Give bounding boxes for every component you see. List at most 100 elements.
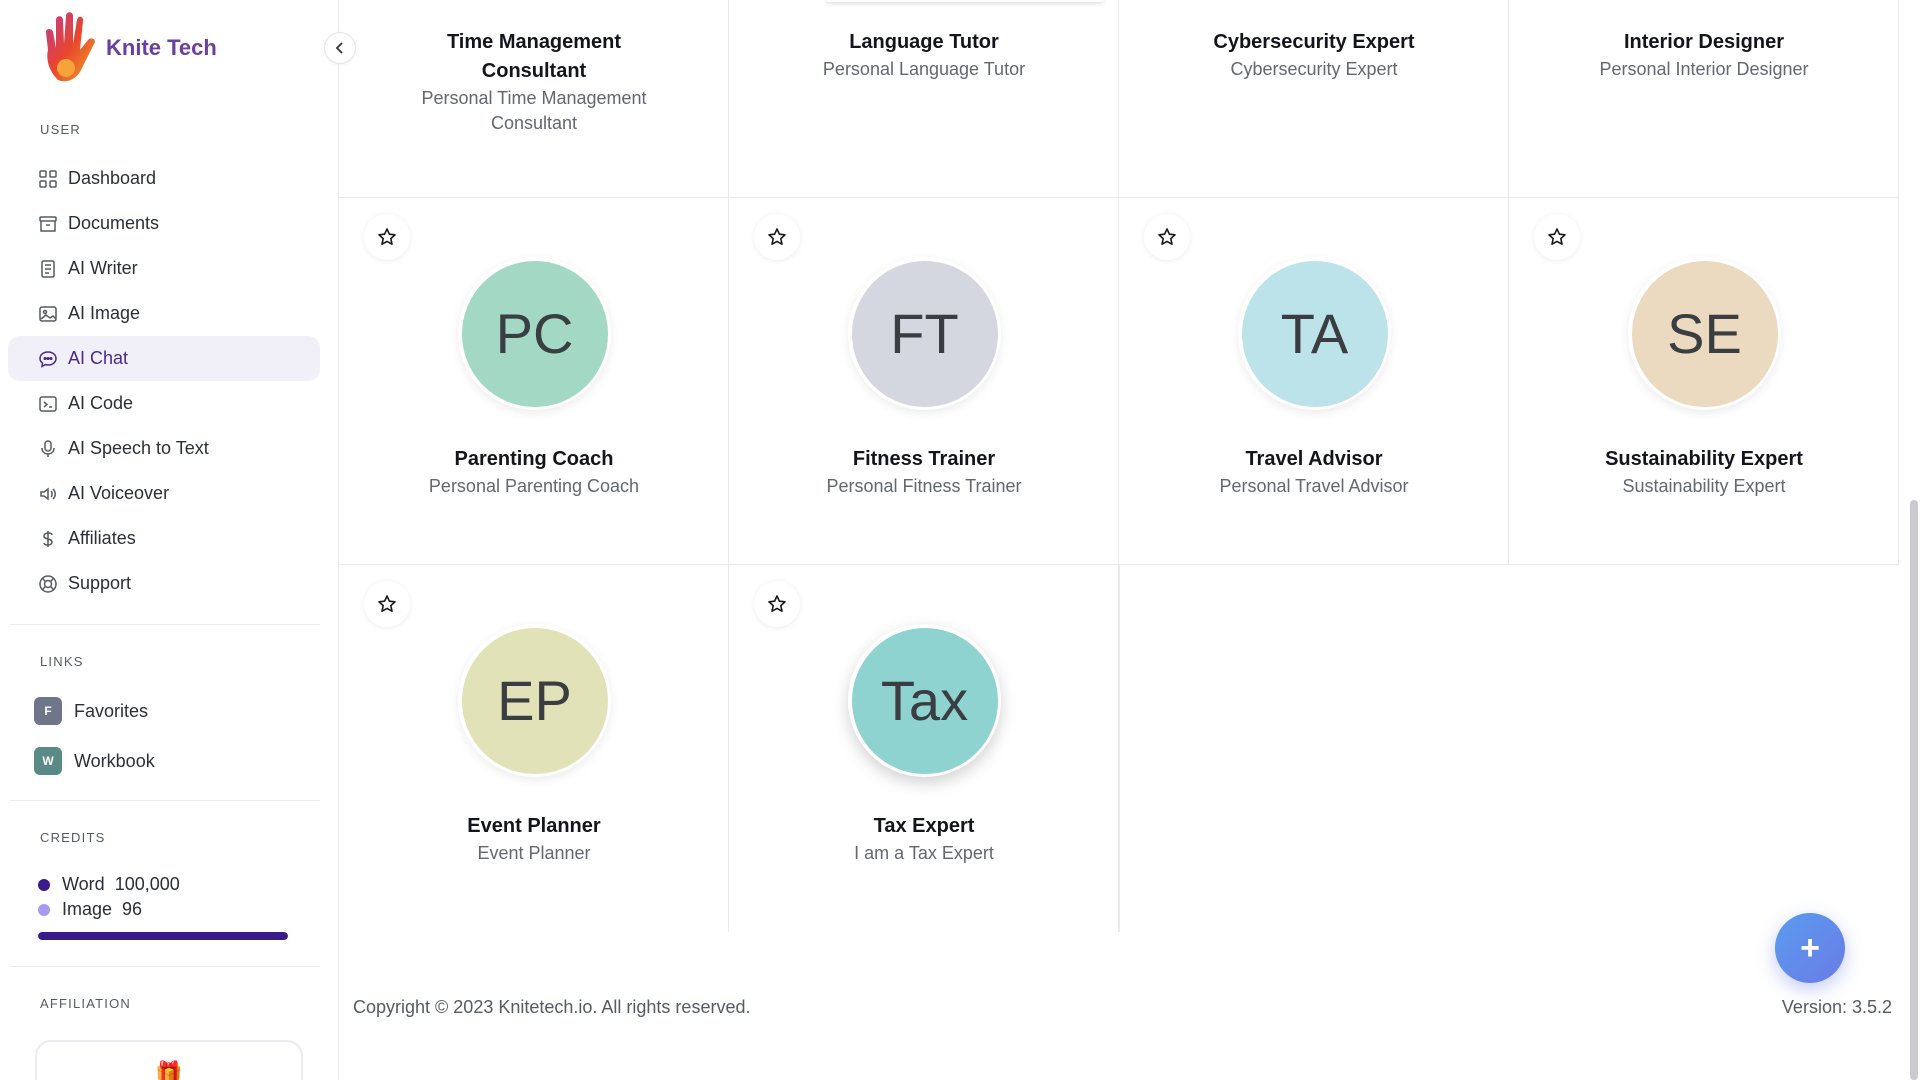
sidebar-divider: [10, 966, 320, 967]
sidebar-item-support[interactable]: Support: [8, 561, 320, 606]
sidebar-item-label: Documents: [68, 213, 160, 233]
plus-icon: +: [1800, 929, 1820, 967]
card-text: Interior Designer Personal Interior Desi…: [1509, 28, 1899, 82]
card-subtitle: I am a Tax Expert: [854, 843, 994, 863]
avatar-ring: EP: [458, 624, 611, 777]
avatar: SE: [1631, 260, 1778, 407]
assistant-card-time-management[interactable]: Time Management Consultant Personal Time…: [339, 0, 729, 198]
card-subtitle: Event Planner: [477, 843, 591, 863]
sidebar-item-affiliates[interactable]: Affiliates: [8, 516, 320, 561]
affiliation-card[interactable]: 🎁: [35, 1040, 303, 1080]
link-favorites[interactable]: F Favorites: [34, 697, 148, 725]
assistant-card-tax-expert[interactable]: Tax Tax Expert I am a Tax Expert: [729, 565, 1119, 932]
sidebar-item-label: AI Image: [68, 303, 141, 323]
assistant-card-event-planner[interactable]: EP Event Planner Event Planner: [339, 565, 729, 932]
favorites-badge: F: [34, 697, 62, 725]
add-assistant-button[interactable]: +: [1775, 913, 1845, 983]
link-label: Workbook: [74, 750, 155, 771]
sidebar-collapse-button[interactable]: [324, 32, 356, 64]
favorite-star-button[interactable]: [754, 214, 800, 260]
favorite-star-button[interactable]: [364, 214, 410, 260]
card-subtitle: Cybersecurity Expert: [1230, 59, 1398, 79]
card-text: Fitness Trainer Personal Fitness Trainer: [729, 445, 1119, 499]
credits-progress-bar: [38, 932, 288, 940]
sidebar-item-label: AI Writer: [68, 258, 138, 278]
hand-logo-icon: [46, 12, 95, 82]
card-title: Tax Expert: [873, 815, 975, 837]
avatar-ring: FT: [848, 257, 1001, 410]
star-icon: [768, 228, 786, 245]
card-title: Cybersecurity Expert: [1213, 31, 1415, 53]
favorite-star-button[interactable]: [1534, 214, 1580, 260]
affiliation-section-label: AFFILIATION: [40, 996, 131, 1011]
sidebar-item-ai-voiceover[interactable]: AI Voiceover: [8, 471, 320, 516]
sidebar-item-label: AI Voiceover: [68, 483, 170, 503]
avatar-ring: Tax: [848, 624, 1001, 777]
assistant-card-parenting-coach[interactable]: PC Parenting Coach Personal Parenting Co…: [339, 198, 729, 565]
page-scrollbar[interactable]: [1910, 500, 1918, 1080]
card-text: Travel Advisor Personal Travel Advisor: [1119, 445, 1509, 499]
card-subtitle: Personal Parenting Coach: [428, 476, 640, 496]
card-text: Sustainability Expert Sustainability Exp…: [1509, 445, 1899, 499]
card-title: Language Tutor: [849, 31, 999, 53]
card-title: Event Planner: [467, 815, 601, 837]
star-icon: [378, 228, 396, 245]
card-subtitle: Personal Interior Designer: [1599, 59, 1809, 79]
card-title: Time Management Consultant: [446, 31, 622, 82]
credit-image: Image 96: [38, 899, 142, 920]
sidebar-divider: [10, 800, 320, 801]
image-icon: [39, 305, 57, 322]
avatar: TA: [1241, 260, 1388, 407]
sidebar-item-label: AI Chat: [68, 348, 129, 368]
favorite-star-button[interactable]: [364, 581, 410, 627]
assistant-card-cybersecurity[interactable]: Cybersecurity Expert Cybersecurity Exper…: [1119, 0, 1509, 198]
card-subtitle: Personal Travel Advisor: [1219, 476, 1409, 496]
chevron-left-icon: [335, 42, 343, 54]
credit-name: Image: [62, 899, 113, 919]
document-icon: [41, 259, 55, 278]
image-dot: [38, 903, 50, 916]
star-icon: [1548, 228, 1566, 245]
avatar: Tax: [851, 627, 998, 774]
sidebar-item-dashboard[interactable]: Dashboard: [8, 156, 320, 201]
grid-icon: [39, 169, 57, 188]
sidebar-item-ai-speech-to-text[interactable]: AI Speech to Text: [8, 426, 320, 471]
card-subtitle: Personal Time Management Consultant: [421, 88, 647, 133]
card-title: Parenting Coach: [454, 448, 614, 470]
assistant-card-sustainability-expert[interactable]: SE Sustainability Expert Sustainability …: [1509, 198, 1899, 565]
brand-logo[interactable]: Knite Tech: [42, 10, 217, 86]
sidebar-item-ai-image[interactable]: AI Image: [8, 291, 320, 336]
link-workbook[interactable]: W Workbook: [34, 747, 155, 775]
microphone-icon: [41, 439, 55, 457]
star-icon: [1158, 228, 1176, 245]
credits-progress-fill: [38, 932, 288, 940]
sidebar-item-label: Dashboard: [68, 168, 157, 188]
link-label: Favorites: [74, 700, 149, 721]
links-section-label: LINKS: [40, 654, 84, 669]
sidebar-item-ai-chat[interactable]: AI Chat: [8, 336, 320, 381]
credit-value: 96: [122, 899, 143, 919]
card-text: Language Tutor Personal Language Tutor: [729, 28, 1119, 82]
user-section-label: USER: [40, 122, 81, 137]
avatar: FT: [851, 260, 998, 407]
avatar-ring: SE: [1628, 257, 1781, 410]
dollar-icon: [43, 530, 53, 547]
card-text: Tax Expert I am a Tax Expert: [729, 812, 1119, 866]
card-title: Travel Advisor: [1245, 448, 1383, 470]
assistant-card-travel-advisor[interactable]: TA Travel Advisor Personal Travel Adviso…: [1119, 198, 1509, 565]
favorite-star-button[interactable]: [1144, 214, 1190, 260]
assistant-card-interior-designer[interactable]: Interior Designer Personal Interior Desi…: [1509, 0, 1899, 198]
sidebar-item-label: AI Speech to Text: [68, 438, 209, 458]
sidebar-item-documents[interactable]: Documents: [8, 201, 320, 246]
workbook-badge: W: [34, 747, 62, 775]
assistant-card-fitness-trainer[interactable]: FT Fitness Trainer Personal Fitness Trai…: [729, 198, 1119, 565]
credit-word: Word 100,000: [38, 874, 180, 895]
card-subtitle: Personal Language Tutor: [822, 59, 1026, 79]
sidebar-item-ai-code[interactable]: AI Code: [8, 381, 320, 426]
sidebar-item-label: AI Code: [68, 393, 134, 413]
avatar: EP: [461, 627, 608, 774]
favorite-star-button[interactable]: [754, 581, 800, 627]
sidebar-item-ai-writer[interactable]: AI Writer: [8, 246, 320, 291]
sidebar-item-label: Affiliates: [68, 528, 136, 548]
assistant-card-language-tutor[interactable]: Language Tutor Personal Language Tutor: [729, 0, 1119, 198]
